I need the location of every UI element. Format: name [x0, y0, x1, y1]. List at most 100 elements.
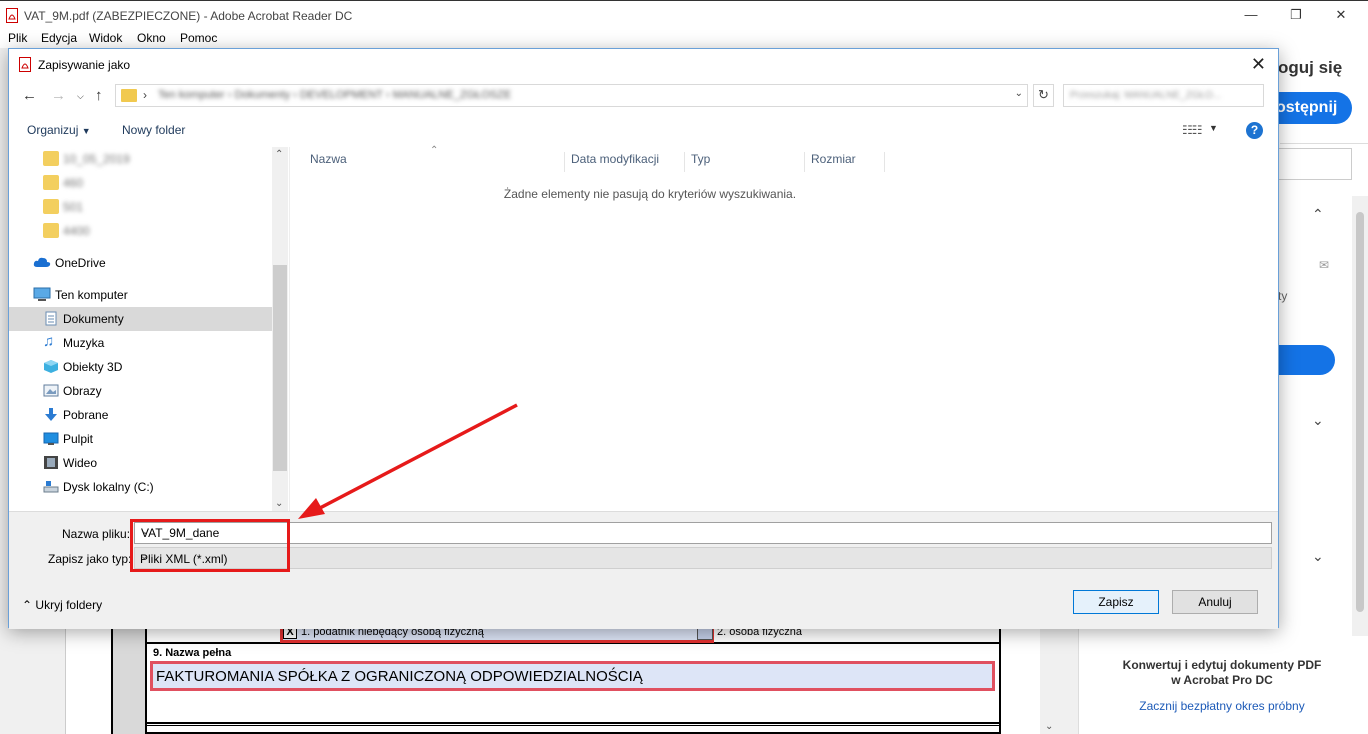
folder-icon	[121, 89, 137, 102]
filetype-select[interactable]: Pliki XML (*.xml) ⌄	[134, 547, 1272, 569]
back-arrow-icon[interactable]: ←	[22, 87, 37, 104]
hide-folders-toggle[interactable]: ⌃ Ukryj foldery	[22, 598, 102, 612]
forward-arrow-icon[interactable]: →	[51, 87, 66, 104]
up-arrow-icon[interactable]: ↑	[95, 87, 103, 104]
tools-search-box[interactable]	[1276, 148, 1352, 180]
column-header-size[interactable]: Rozmiar	[805, 152, 885, 172]
promo-title: Konwertuj i edytuj dokumenty PDF w Acrob…	[1092, 658, 1352, 688]
chevron-up-icon: ⌃	[22, 598, 33, 612]
menu-edycja[interactable]: Edycja	[41, 31, 77, 45]
cancel-button[interactable]: Anuluj	[1172, 590, 1258, 614]
app-menubar: Plik Edycja Widok Okno Pomoc	[0, 30, 1368, 48]
sidebar-item-label: Obiekty 3D	[63, 360, 123, 374]
filename-input[interactable]: VAT_9M_dane ⌄	[134, 522, 1272, 544]
sidebar-item-pulpit[interactable]: Pulpit	[9, 427, 272, 451]
save-button[interactable]: Zapisz	[1073, 590, 1159, 614]
sidebar-item-wideo[interactable]: Wideo	[9, 451, 272, 475]
tree-folder-label: 10_05_2019	[63, 152, 130, 166]
menu-pomoc[interactable]: Pomoc	[180, 31, 217, 45]
comment-tool-icon[interactable]: ✉	[1319, 258, 1335, 272]
chevron-up-icon[interactable]: ⌃	[1312, 206, 1324, 223]
menu-widok[interactable]: Widok	[89, 31, 122, 45]
dialog-title: Zapisywanie jako	[38, 58, 131, 72]
sidebar-item-this-pc[interactable]: Ten komputer	[9, 283, 272, 307]
sidebar-item-label: Pulpit	[63, 432, 94, 446]
chevron-down-icon[interactable]: ⌄	[141, 526, 1267, 537]
breadcrumb-item[interactable]: MANUALNE_ZGŁOSZE	[393, 89, 512, 101]
caret-down-icon[interactable]: ▼	[1209, 123, 1218, 133]
promo-title-line1: Konwertuj i edytuj dokumenty PDF	[1122, 658, 1322, 672]
column-header-modified[interactable]: Data modyfikacji	[565, 152, 685, 172]
app-title: VAT_9M.pdf (ZABEZPIECZONE) - Adobe Acrob…	[24, 9, 353, 23]
sidebar-item-obiekty-3d[interactable]: Obiekty 3D	[9, 355, 272, 379]
breadcrumb-separator-icon[interactable]: ›	[143, 88, 147, 102]
save-as-dialog: Zapisywanie jako ✕ ← → ⌵ ↑ › Ten kompute…	[8, 48, 1279, 629]
close-window-icon[interactable]: ✕	[1318, 5, 1364, 27]
document-icon	[45, 311, 57, 326]
organize-button[interactable]: Organizuj ▼	[27, 123, 91, 137]
search-input[interactable]: Przeszukaj: MANUALNE_ZGŁO...	[1063, 84, 1264, 107]
cube-3d-icon	[44, 360, 58, 373]
free-trial-link[interactable]: Zacznij bezpłatny okres próbny	[1092, 699, 1352, 713]
chevron-down-icon[interactable]: ⌄	[1312, 412, 1324, 429]
full-name-field[interactable]: FAKTUROMANIA SPÓŁKA Z OGRANICZONĄ ODPOWI…	[150, 661, 995, 691]
breadcrumb-item[interactable]: Dokumenty	[234, 89, 290, 101]
menu-plik[interactable]: Plik	[8, 31, 27, 45]
scroll-up-icon[interactable]: ⌃	[275, 149, 283, 160]
empty-results-message: Żadne elementy nie pasują do kryteriów w…	[503, 187, 797, 201]
music-note-icon: ♫	[43, 333, 55, 350]
desktop-icon	[43, 432, 59, 445]
address-bar[interactable]: › Ten komputer › Dokumenty › DEVELOPMENT…	[115, 84, 1028, 107]
navigation-pane: 10_05_2019 460 501 4400 OneDrive Ten kom…	[9, 147, 288, 511]
panel-partial-text: ty	[1278, 289, 1288, 303]
sidebar-item-pobrane[interactable]: Pobrane	[9, 403, 272, 427]
hide-folders-label: Ukryj foldery	[35, 598, 103, 612]
scrollbar-thumb[interactable]	[273, 265, 287, 471]
save-options-panel: Nazwa pliku: VAT_9M_dane ⌄ Zapisz jako t…	[9, 511, 1278, 629]
folder-icon	[43, 175, 59, 190]
chevron-down-icon[interactable]: ⌄	[1312, 548, 1324, 565]
sidebar-item-dokumenty[interactable]: Dokumenty	[9, 307, 272, 331]
column-header-type[interactable]: Typ	[685, 152, 805, 172]
tree-folder-item[interactable]: 10_05_2019	[9, 147, 272, 171]
promo-title-line2: w Acrobat Pro DC	[1171, 673, 1273, 687]
scroll-down-icon[interactable]: ⌄	[1045, 721, 1053, 732]
sidebar-item-dysk-c[interactable]: Dysk lokalny (C:)	[9, 475, 272, 499]
tree-folder-item[interactable]: 501	[9, 195, 272, 219]
breadcrumb-item[interactable]: Ten komputer	[158, 89, 225, 101]
sidebar-item-muzyka[interactable]: ♫ Muzyka	[9, 331, 272, 355]
pdf-file-icon	[19, 57, 31, 72]
sidebar-item-label: OneDrive	[55, 256, 106, 270]
help-icon[interactable]: ?	[1246, 122, 1263, 139]
scrollbar-thumb[interactable]	[1356, 212, 1364, 612]
chevron-down-icon[interactable]: ⌄	[1015, 88, 1023, 99]
scroll-down-icon[interactable]: ⌄	[275, 498, 283, 509]
chevron-down-icon[interactable]: ⌄	[140, 551, 1267, 562]
tree-folder-label: 4400	[63, 224, 90, 238]
refresh-icon[interactable]: ↻	[1033, 84, 1054, 107]
restore-icon[interactable]: ❐	[1273, 5, 1319, 27]
breadcrumb-item[interactable]: DEVELOPMENT	[300, 89, 383, 101]
minimize-icon[interactable]: —	[1228, 5, 1274, 27]
new-folder-button[interactable]: Nowy folder	[122, 123, 185, 137]
view-options-icon[interactable]: ☷☷	[1182, 123, 1202, 137]
pdf-file-icon	[6, 8, 18, 23]
video-film-icon	[44, 456, 58, 469]
form-divider	[147, 722, 999, 726]
tree-folder-item[interactable]: 460	[9, 171, 272, 195]
computer-icon	[33, 287, 51, 301]
recent-dropdown-icon[interactable]: ⌵	[77, 91, 84, 102]
folder-icon	[43, 199, 59, 214]
column-header-name[interactable]: Nazwa	[304, 152, 565, 172]
document-scrollbar[interactable]: ⌄	[1042, 628, 1058, 734]
sidebar-item-label: Dokumenty	[63, 312, 124, 326]
tree-folder-item[interactable]: 4400	[9, 219, 272, 243]
navigation-pane-scrollbar[interactable]: ⌃ ⌄	[272, 147, 288, 511]
sidebar-item-onedrive[interactable]: OneDrive	[9, 251, 272, 275]
login-link[interactable]: oguj się	[1278, 58, 1342, 78]
sidebar-item-obrazy[interactable]: Obrazy	[9, 379, 272, 403]
breadcrumb[interactable]: Ten komputer › Dokumenty › DEVELOPMENT ›…	[158, 89, 511, 101]
panel-scrollbar[interactable]	[1352, 196, 1368, 636]
menu-okno[interactable]: Okno	[137, 31, 166, 45]
close-icon[interactable]: ✕	[1251, 54, 1266, 75]
